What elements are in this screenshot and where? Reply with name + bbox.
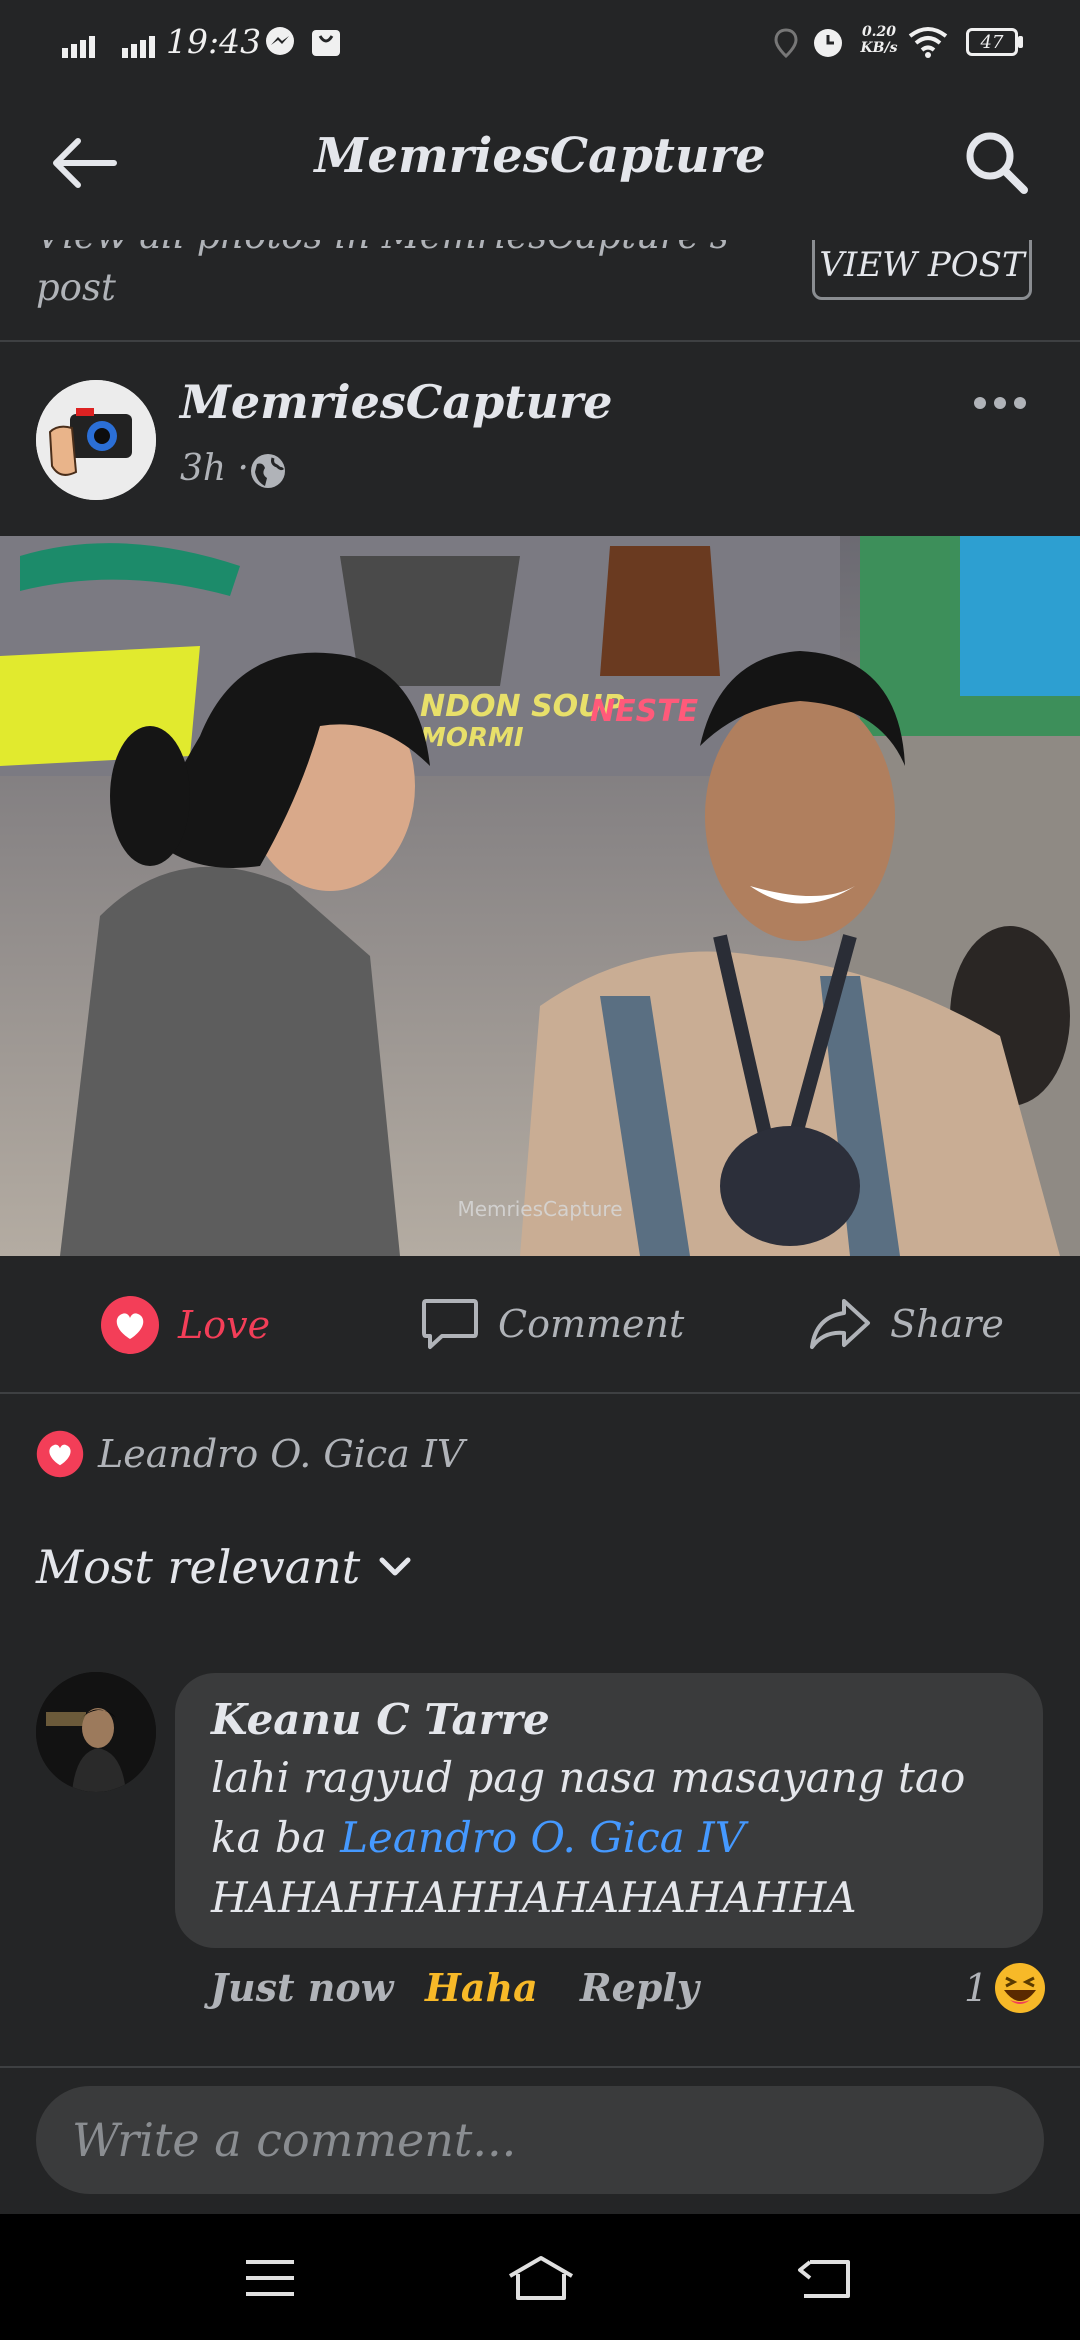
banner-text: View all photos in MemriesCapture's post (36, 240, 729, 309)
search-icon[interactable] (962, 128, 1032, 198)
comment-input-placeholder: Write a comment... (72, 2113, 517, 2167)
signal-icon (62, 36, 155, 58)
sign-text-mormi: MORMI (420, 723, 524, 753)
comment-text: lahi ragyud pag nasa masayang tao ka ba … (211, 1748, 1007, 1928)
reactions-summary[interactable]: Leandro O. Gica IV (36, 1430, 464, 1478)
love-reaction-icon (36, 1430, 84, 1478)
net-speed-unit: KB/s (860, 40, 898, 56)
commenter-name[interactable]: Keanu C Tarre (211, 1695, 1007, 1744)
page-title: MemriesCapture (314, 128, 766, 184)
reply-button[interactable]: Reply (580, 1965, 699, 2010)
comment-label: Comment (498, 1302, 685, 1346)
photo-watermark: MemriesCapture (457, 1197, 622, 1221)
camera-logo-icon (36, 380, 156, 500)
wifi-icon (908, 27, 948, 58)
commenter-photo (36, 1672, 156, 1792)
share-icon (810, 1299, 870, 1349)
shopping-bag-icon (312, 30, 340, 56)
comment-text-line2: ka ba Leandro O. Gica IV (211, 1808, 1007, 1868)
comment-input[interactable]: Write a comment... (36, 2086, 1044, 2194)
net-speed-value: 0.20 (861, 24, 897, 40)
haha-emoji-icon (995, 1963, 1046, 2013)
battery-icon: 47 (966, 28, 1018, 56)
comment-timestamp: Just now (210, 1965, 394, 2010)
share-label: Share (890, 1302, 1004, 1346)
author-avatar[interactable] (36, 380, 156, 500)
reactor-name: Leandro O. Gica IV (98, 1432, 465, 1476)
home-icon[interactable] (506, 2254, 576, 2302)
comment-icon (422, 1299, 478, 1349)
comment-text-line3: HAHAHHAHHAHAHAHAHHA (211, 1873, 857, 1922)
battery-level: 47 (980, 31, 1004, 53)
reaction-count-value: 1 (964, 1966, 989, 2010)
system-nav-bar (0, 2214, 1080, 2340)
more-options-icon[interactable] (972, 395, 1028, 411)
alarm-icon (814, 29, 842, 57)
photo-illustration: NDON SOUP MORMI NESTE MemriesCapture (0, 536, 1080, 1256)
comment-text-line1: lahi ragyud pag nasa masayang tao (211, 1753, 966, 1802)
battery-tip (1018, 36, 1023, 48)
comment-text-prefix: ka ba (211, 1813, 341, 1862)
love-reaction-icon (101, 1296, 159, 1354)
view-post-button[interactable]: VIEW POST (812, 240, 1032, 300)
status-bar: 19:43 0.20 KB/s 47 (0, 0, 1080, 90)
location-icon (774, 28, 798, 58)
comment-bubble[interactable]: Keanu C Tarre lahi ragyud pag nasa masay… (175, 1673, 1043, 1948)
post-author[interactable]: MemriesCapture (180, 375, 613, 429)
back-nav-icon[interactable] (796, 2258, 852, 2300)
view-post-banner: View all photos in MemriesCapture's post… (0, 240, 1080, 342)
post-time: 3h · (180, 448, 249, 489)
haha-reaction-button[interactable]: Haha (425, 1965, 538, 2010)
comment-mention-link[interactable]: Leandro O. Gica IV (340, 1813, 745, 1862)
share-button[interactable]: Share (808, 1295, 1004, 1353)
comment-reaction-count[interactable]: 1 (964, 1962, 1046, 2014)
commenter-avatar[interactable] (36, 1672, 156, 1792)
network-speed: 0.20 KB/s (858, 24, 900, 56)
love-label: Love (178, 1303, 271, 1347)
post-photo[interactable]: NDON SOUP MORMI NESTE MemriesCapture (0, 536, 1080, 1256)
chevron-down-icon (379, 1557, 411, 1576)
love-button[interactable]: Love (100, 1295, 270, 1355)
menu-icon[interactable] (244, 2258, 296, 2298)
comment-button[interactable]: Comment (420, 1295, 684, 1353)
globe-icon (251, 454, 285, 488)
comment-sort-dropdown[interactable]: Most relevant (36, 1540, 412, 1594)
sign-text-nestea: NESTE (590, 694, 699, 729)
messenger-icon (266, 27, 294, 55)
sort-label: Most relevant (36, 1540, 361, 1594)
status-time: 19:43 (166, 22, 262, 61)
